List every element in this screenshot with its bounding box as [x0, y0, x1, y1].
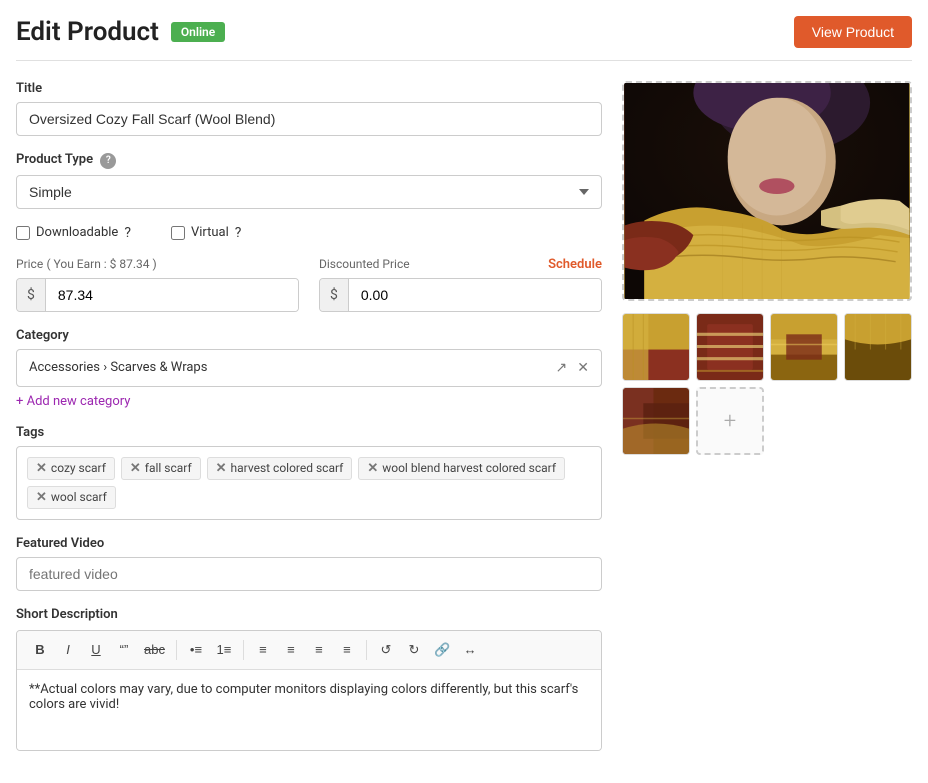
discounted-price-label-wrap: Discounted Price Schedule	[319, 257, 602, 272]
add-category-link[interactable]: + Add new category	[16, 394, 130, 409]
featured-video-label: Featured Video	[16, 536, 602, 551]
title-group: Title	[16, 81, 602, 136]
page-header: Edit Product Online View Product	[16, 16, 912, 61]
thumbnail-2[interactable]	[696, 313, 764, 381]
thumbnail-1[interactable]	[622, 313, 690, 381]
toolbar-link-button[interactable]: 🔗	[429, 637, 455, 663]
tag-remove-wool-blend-harvest-colored-scarf[interactable]: ✕	[367, 461, 378, 476]
title-label: Title	[16, 81, 602, 96]
editor-toolbar: B I U “” abc •≡ 1≡ ≡ ≡ ≡ ≡ ↺	[17, 631, 601, 670]
price-label-wrap: Price ( You Earn : $ 87.34 )	[16, 257, 299, 272]
view-product-button[interactable]: View Product	[794, 16, 912, 48]
schedule-link[interactable]: Schedule	[548, 257, 602, 272]
product-type-select[interactable]: Simple Variable Grouped External/Affilia…	[16, 175, 602, 209]
checkbox-row: Downloadable ? Virtual ?	[16, 225, 602, 241]
toolbar-bold-button[interactable]: B	[27, 637, 53, 663]
tag-remove-fall-scarf[interactable]: ✕	[130, 461, 141, 476]
price-row: Price ( You Earn : $ 87.34 ) $ Discounte…	[16, 257, 602, 312]
product-type-help-icon[interactable]: ?	[100, 153, 116, 169]
status-badge: Online	[171, 22, 225, 42]
tag-wool-blend-harvest-colored-scarf: ✕ wool blend harvest colored scarf	[358, 457, 565, 480]
main-product-image[interactable]	[622, 81, 912, 301]
thumbnail-5[interactable]	[622, 387, 690, 455]
discounted-price-input-wrap: $	[319, 278, 602, 312]
price-label: Price	[16, 257, 43, 271]
toolbar-redo-button[interactable]: ↻	[401, 637, 427, 663]
toolbar-ul-button[interactable]: •≡	[183, 637, 209, 663]
category-box: Accessories › Scarves & Wraps ↗ ✕	[16, 349, 602, 387]
downloadable-checkbox[interactable]	[16, 226, 30, 240]
left-panel: Title Product Type ? Simple Variable Gro…	[16, 81, 602, 767]
downloadable-item: Downloadable ?	[16, 225, 131, 241]
main-image-display	[624, 83, 910, 299]
discounted-price-input[interactable]	[349, 279, 601, 311]
tag-wool-scarf: ✕ wool scarf	[27, 486, 116, 509]
toolbar-blockquote-button[interactable]: “”	[111, 637, 137, 663]
tag-fall-scarf: ✕ fall scarf	[121, 457, 201, 480]
featured-video-group: Featured Video	[16, 536, 602, 591]
short-description-group: Short Description B I U “” abc •≡ 1≡ ≡ ≡	[16, 607, 602, 751]
edit-category-icon[interactable]: ↗	[556, 360, 568, 376]
tag-remove-harvest-colored-scarf[interactable]: ✕	[216, 461, 227, 476]
price-earn-label: ( You Earn : $ 87.34 )	[46, 257, 156, 271]
virtual-item: Virtual ?	[171, 225, 241, 241]
tags-container[interactable]: ✕ cozy scarf ✕ fall scarf ✕ harvest colo…	[16, 446, 602, 520]
title-input[interactable]	[16, 102, 602, 136]
discounted-price-label: Discounted Price	[319, 257, 410, 271]
add-thumbnail-button[interactable]: +	[696, 387, 764, 455]
toolbar-divider-2	[243, 640, 244, 660]
toolbar-fullscreen-button[interactable]: ↔	[457, 637, 483, 663]
price-input-wrap: $	[16, 278, 299, 312]
virtual-help-icon[interactable]: ?	[235, 225, 242, 241]
tag-cozy-scarf: ✕ cozy scarf	[27, 457, 115, 480]
virtual-checkbox[interactable]	[171, 226, 185, 240]
toolbar-undo-button[interactable]: ↺	[373, 637, 399, 663]
toolbar-align-center-button[interactable]: ≡	[278, 637, 304, 663]
discounted-prefix: $	[320, 279, 349, 311]
editor-content-area[interactable]: **Actual colors may vary, due to compute…	[17, 670, 601, 750]
toolbar-align-left-button[interactable]: ≡	[250, 637, 276, 663]
tag-harvest-colored-scarf: ✕ harvest colored scarf	[207, 457, 353, 480]
product-type-group: Product Type ? Simple Variable Grouped E…	[16, 152, 602, 209]
featured-video-input[interactable]	[16, 557, 602, 591]
tags-group: Tags ✕ cozy scarf ✕ fall scarf ✕ harvest…	[16, 425, 602, 520]
page-title: Edit Product	[16, 17, 159, 47]
main-content: Title Product Type ? Simple Variable Gro…	[16, 81, 912, 767]
tag-remove-cozy-scarf[interactable]: ✕	[36, 461, 47, 476]
tags-label: Tags	[16, 425, 602, 440]
discounted-price-group: Discounted Price Schedule $	[319, 257, 602, 312]
thumbnail-grid-row2: +	[622, 387, 912, 455]
toolbar-align-justify-button[interactable]: ≡	[334, 637, 360, 663]
price-input[interactable]	[46, 279, 298, 311]
thumbnail-grid-row1	[622, 313, 912, 381]
toolbar-ol-button[interactable]: 1≡	[211, 637, 237, 663]
remove-category-icon[interactable]: ✕	[577, 360, 589, 376]
price-prefix: $	[17, 279, 46, 311]
right-panel: +	[622, 81, 912, 767]
product-type-label: Product Type ?	[16, 152, 602, 169]
virtual-label: Virtual	[191, 225, 229, 240]
toolbar-underline-button[interactable]: U	[83, 637, 109, 663]
toolbar-strikethrough-button[interactable]: abc	[139, 637, 170, 663]
toolbar-italic-button[interactable]: I	[55, 637, 81, 663]
header-left: Edit Product Online	[16, 17, 225, 47]
downloadable-label: Downloadable	[36, 225, 118, 240]
category-actions: ↗ ✕	[556, 360, 589, 376]
tag-remove-wool-scarf[interactable]: ✕	[36, 490, 47, 505]
category-path: Accessories › Scarves & Wraps	[29, 360, 207, 375]
thumbnail-3[interactable]	[770, 313, 838, 381]
category-label: Category	[16, 328, 602, 343]
toolbar-divider-3	[366, 640, 367, 660]
downloadable-help-icon[interactable]: ?	[124, 225, 131, 241]
short-desc-label: Short Description	[16, 607, 602, 622]
category-group: Category Accessories › Scarves & Wraps ↗…	[16, 328, 602, 409]
editor-container: B I U “” abc •≡ 1≡ ≡ ≡ ≡ ≡ ↺	[16, 630, 602, 751]
add-thumbnail-icon: +	[724, 409, 736, 434]
toolbar-align-right-button[interactable]: ≡	[306, 637, 332, 663]
toolbar-divider-1	[176, 640, 177, 660]
price-group: Price ( You Earn : $ 87.34 ) $	[16, 257, 299, 312]
thumbnail-4[interactable]	[844, 313, 912, 381]
